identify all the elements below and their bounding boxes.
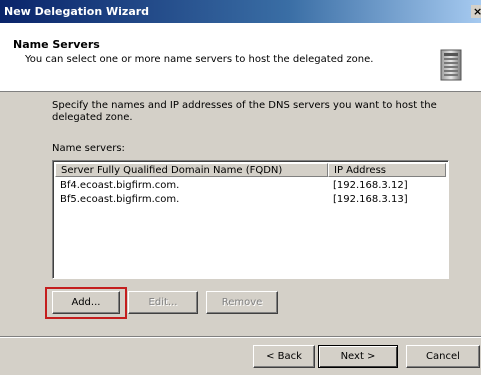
next-button[interactable]: Next > xyxy=(318,345,398,368)
column-header-fqdn[interactable]: Server Fully Qualified Domain Name (FQDN… xyxy=(55,163,328,177)
wizard-header: Name Servers You can select one or more … xyxy=(0,23,481,92)
cancel-button[interactable]: Cancel xyxy=(406,345,480,368)
close-icon[interactable]: × xyxy=(471,5,481,18)
row-ip: [192.168.3.12] xyxy=(333,180,408,191)
window-title: New Delegation Wizard xyxy=(4,5,150,18)
edit-button[interactable]: Edit... xyxy=(128,291,198,314)
list-header: Server Fully Qualified Domain Name (FQDN… xyxy=(55,163,446,177)
page-subtitle: You can select one or more name servers … xyxy=(25,54,374,65)
row-fqdn: Bf4.ecoast.bigfirm.com. xyxy=(60,180,180,191)
row-ip: [192.168.3.13] xyxy=(333,194,408,205)
title-bar[interactable]: New Delegation Wizard × xyxy=(0,0,481,23)
add-button[interactable]: Add... xyxy=(52,291,120,314)
instructions-text: Specify the names and IP addresses of th… xyxy=(52,100,437,123)
remove-button[interactable]: Remove xyxy=(206,291,278,314)
back-button[interactable]: < Back xyxy=(253,345,315,368)
name-servers-label: Name servers: xyxy=(52,143,125,154)
column-header-ip[interactable]: IP Address xyxy=(328,163,446,177)
page-title: Name Servers xyxy=(13,38,100,51)
footer-separator xyxy=(0,336,481,338)
table-row[interactable]: Bf5.ecoast.bigfirm.com. [192.168.3.13] xyxy=(55,194,446,206)
name-servers-list[interactable]: Server Fully Qualified Domain Name (FQDN… xyxy=(52,160,449,279)
server-icon xyxy=(440,49,462,81)
row-fqdn: Bf5.ecoast.bigfirm.com. xyxy=(60,194,180,205)
table-row[interactable]: Bf4.ecoast.bigfirm.com. [192.168.3.12] xyxy=(55,180,446,192)
wizard-window: New Delegation Wizard × Name Servers You… xyxy=(0,0,481,375)
